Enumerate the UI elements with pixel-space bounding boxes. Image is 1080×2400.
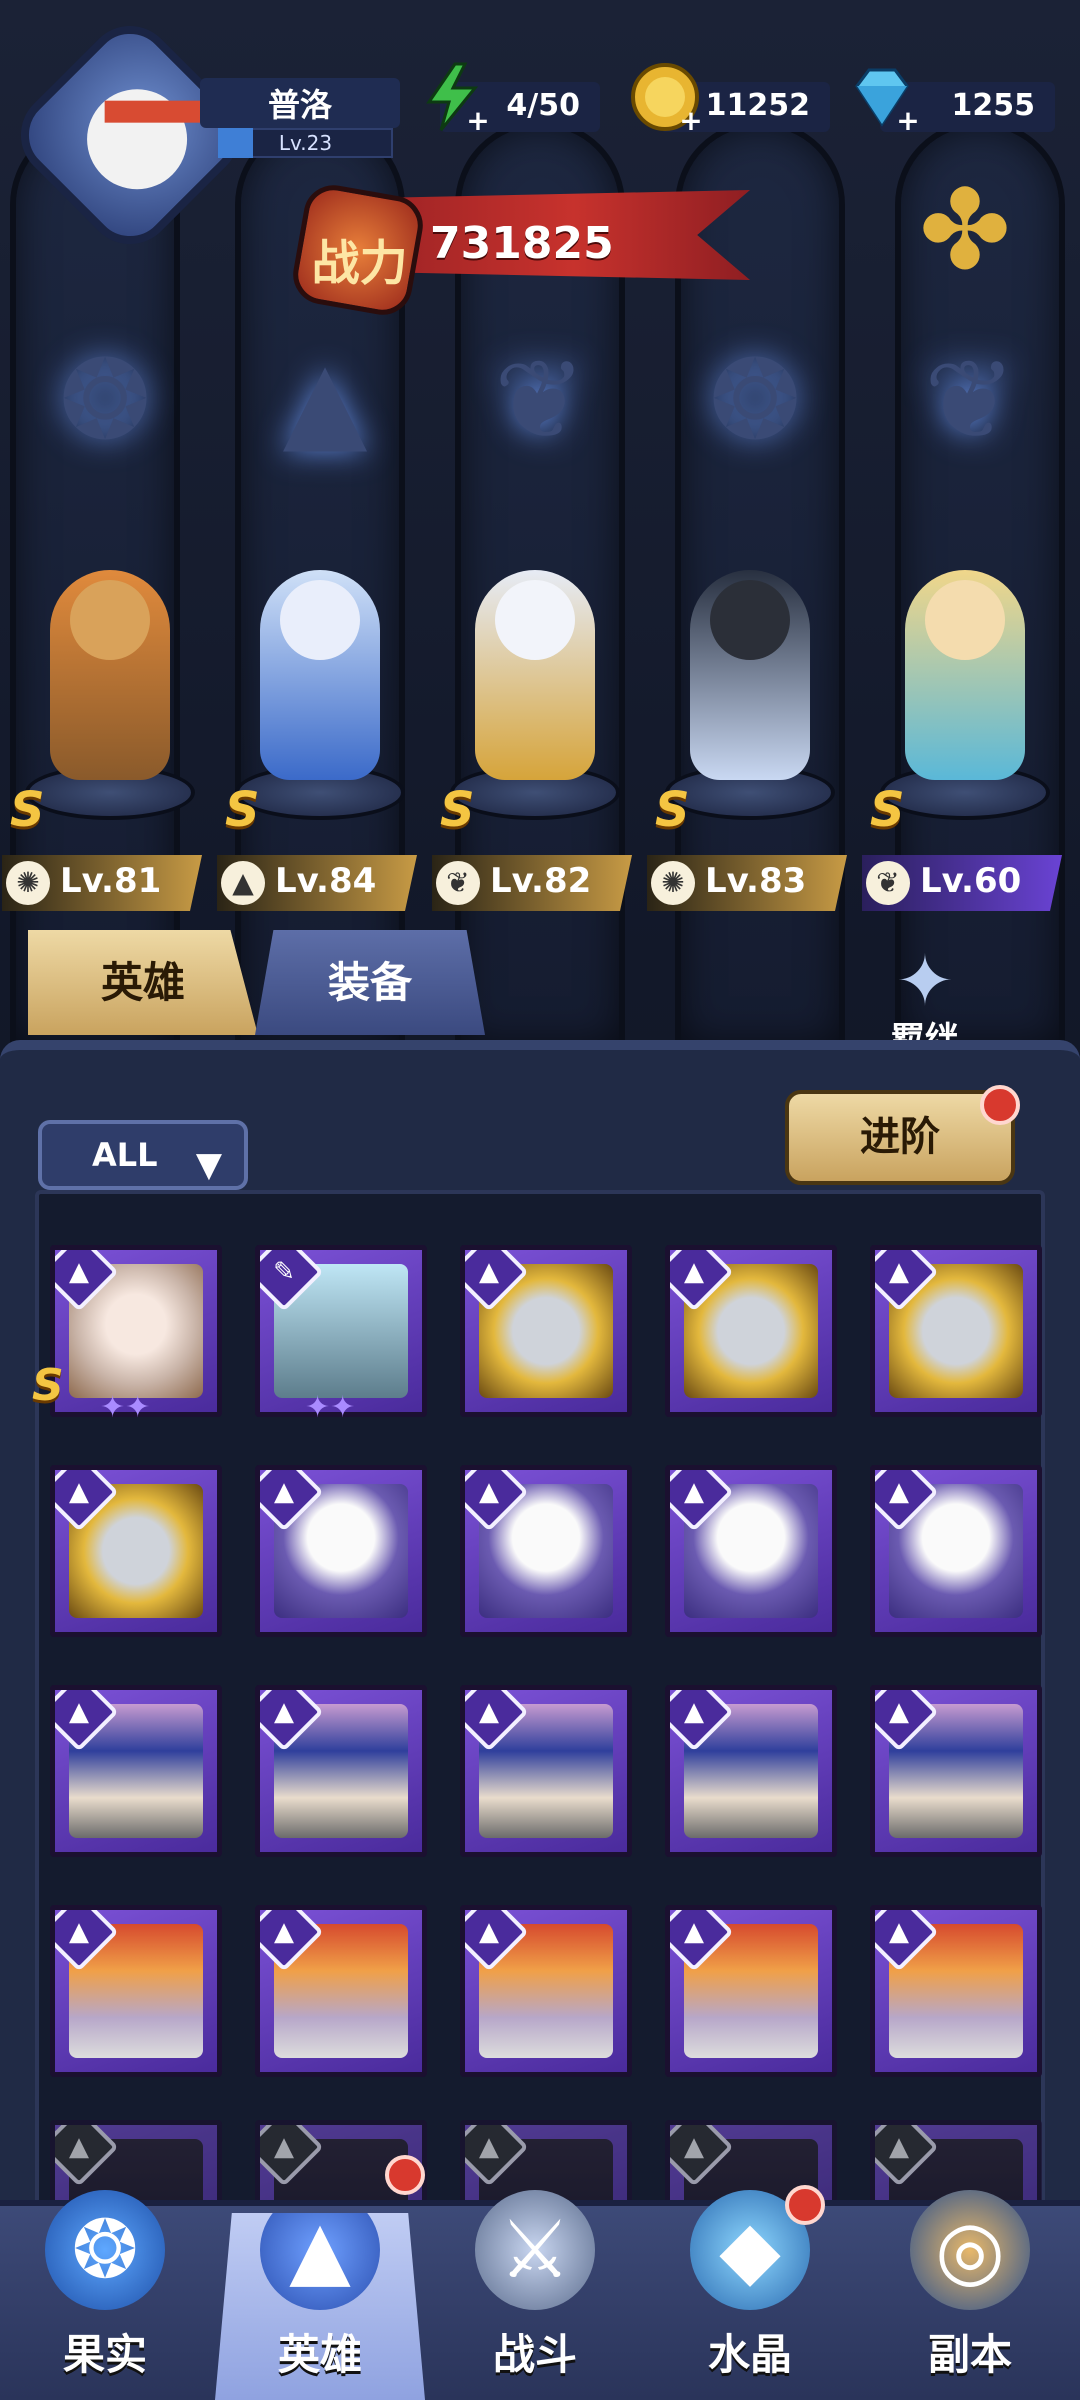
energy-value: 4/50 <box>506 88 580 123</box>
nav-label: 战斗 <box>492 2330 577 2379</box>
notification-dot <box>980 1085 1020 1125</box>
lineup-level-tag: ❦ Lv.82 <box>432 855 632 911</box>
wing-emblem-icon: ❦ <box>923 336 1017 464</box>
star-icon: ✦✦ <box>100 1390 151 1425</box>
mage-hat-emblem-icon: ▲ <box>282 336 368 464</box>
hero-card[interactable]: ▲ <box>50 1905 222 2077</box>
battle-icon: ⚔ <box>475 2190 595 2310</box>
bond-icon: ✦ <box>895 940 955 1022</box>
beast-emblem-icon: ❂ <box>58 336 152 464</box>
nav-fruit[interactable]: ❂ 果实 <box>0 2180 210 2400</box>
hero-card[interactable]: ▲ <box>870 1685 1042 1857</box>
nav-battle[interactable]: ⚔ 战斗 <box>430 2180 640 2400</box>
rank-badge: S <box>225 782 260 838</box>
tab-heroes[interactable]: 英雄 <box>28 930 258 1035</box>
power-value: 731825 <box>430 218 614 269</box>
nav-label: 副本 <box>927 2330 1012 2379</box>
player-name: 普洛 <box>267 86 332 124</box>
hero-card[interactable]: ▲ <box>665 1905 837 2077</box>
player-level: Lv.23 <box>278 131 333 155</box>
chevron-down-icon: ▼ <box>195 1145 222 1185</box>
notification-dot <box>385 2155 425 2195</box>
lineup-level: Lv.84 <box>275 861 377 901</box>
rank-badge: S <box>32 1360 64 1411</box>
hero-card[interactable]: ▲ <box>665 1465 837 1637</box>
lineup-level: Lv.60 <box>920 861 1022 901</box>
rank-badge: S <box>870 782 905 838</box>
lineup-level-tag: ✺ Lv.81 <box>2 855 202 911</box>
nav-heroes[interactable]: ▲ 英雄 <box>215 2213 425 2400</box>
beast-icon: ✺ <box>651 861 695 905</box>
power-badge: 战力 <box>288 180 428 320</box>
lineup-level-tag: ✺ Lv.83 <box>647 855 847 911</box>
power-badge-label: 战力 <box>311 235 408 292</box>
lineup-level: Lv.81 <box>60 861 162 901</box>
nav-label: 果实 <box>62 2330 147 2379</box>
advance-label: 进阶 <box>860 1114 940 1160</box>
lineup-level: Lv.83 <box>705 861 807 901</box>
beast-icon: ✺ <box>6 861 50 905</box>
rank-badge: S <box>10 782 45 838</box>
lineup-hero-3[interactable] <box>430 560 620 820</box>
hero-card[interactable]: ▲ <box>460 1905 632 2077</box>
add-gold-icon[interactable]: + <box>678 107 704 135</box>
nav-label: 水晶 <box>707 2330 792 2379</box>
hero-card[interactable]: ▲ <box>255 1465 427 1637</box>
hero-card[interactable]: ▲ <box>50 1685 222 1857</box>
rank-badge: S <box>440 782 475 838</box>
wing-icon: ❦ <box>436 861 480 905</box>
nav-crystal[interactable]: ◆ 水晶 <box>645 2180 855 2400</box>
dungeon-icon: ◎ <box>910 2190 1030 2310</box>
hero-card[interactable]: ▲ <box>870 1905 1042 2077</box>
gold-coin-icon[interactable]: + <box>628 60 704 135</box>
diamond-icon[interactable]: + <box>845 60 921 135</box>
star-icon: ✦✦ <box>305 1390 356 1425</box>
hero-card[interactable]: ▲ <box>255 1905 427 2077</box>
fruit-icon: ❂ <box>45 2190 165 2310</box>
hero-card[interactable]: ▲ <box>665 1245 837 1417</box>
filter-dropdown[interactable]: ALL ▼ <box>38 1120 248 1190</box>
nav-dungeon[interactable]: ◎ 副本 <box>865 2180 1075 2400</box>
hero-card[interactable]: ▲ <box>870 1465 1042 1637</box>
hero-card[interactable]: ▲ <box>255 1685 427 1857</box>
hero-card[interactable]: ▲ <box>50 1465 222 1637</box>
beast-emblem-icon: ❂ <box>708 336 802 464</box>
gold-value: 11252 <box>705 88 810 123</box>
lineup-level: Lv.82 <box>490 861 592 901</box>
mage-hat-icon: ▲ <box>221 861 265 905</box>
tab-equipment[interactable]: 装备 <box>255 930 485 1035</box>
lineup-hero-2[interactable] <box>215 560 405 820</box>
wing-emblem-icon: ❦ <box>493 336 587 464</box>
hero-card[interactable]: ▲ <box>870 1245 1042 1417</box>
lineup-level-tag: ▲ Lv.84 <box>217 855 417 911</box>
add-diamond-icon[interactable]: + <box>895 107 921 135</box>
energy-bolt-icon[interactable]: + <box>415 60 491 135</box>
hero-card[interactable]: ▲ <box>665 1685 837 1857</box>
lineup-level-tag: ❦ Lv.60 <box>862 855 1062 911</box>
lineup-hero-1[interactable] <box>5 560 195 820</box>
filter-label: ALL <box>92 1136 158 1174</box>
lineup-hero-5[interactable] <box>860 560 1050 820</box>
add-energy-icon[interactable]: + <box>465 107 491 135</box>
nav-label: 英雄 <box>277 2330 362 2379</box>
diamond-value: 1255 <box>951 88 1036 123</box>
rank-badge: S <box>655 782 690 838</box>
hero-card[interactable]: ▲ <box>460 1685 632 1857</box>
hero-card[interactable]: ▲ <box>460 1245 632 1417</box>
wing-icon: ❦ <box>866 861 910 905</box>
hero-card[interactable]: ▲ <box>460 1465 632 1637</box>
lineup-hero-4[interactable] <box>645 560 835 820</box>
clover-menu-icon[interactable]: ✤ <box>905 170 1025 290</box>
notification-dot <box>785 2185 825 2225</box>
